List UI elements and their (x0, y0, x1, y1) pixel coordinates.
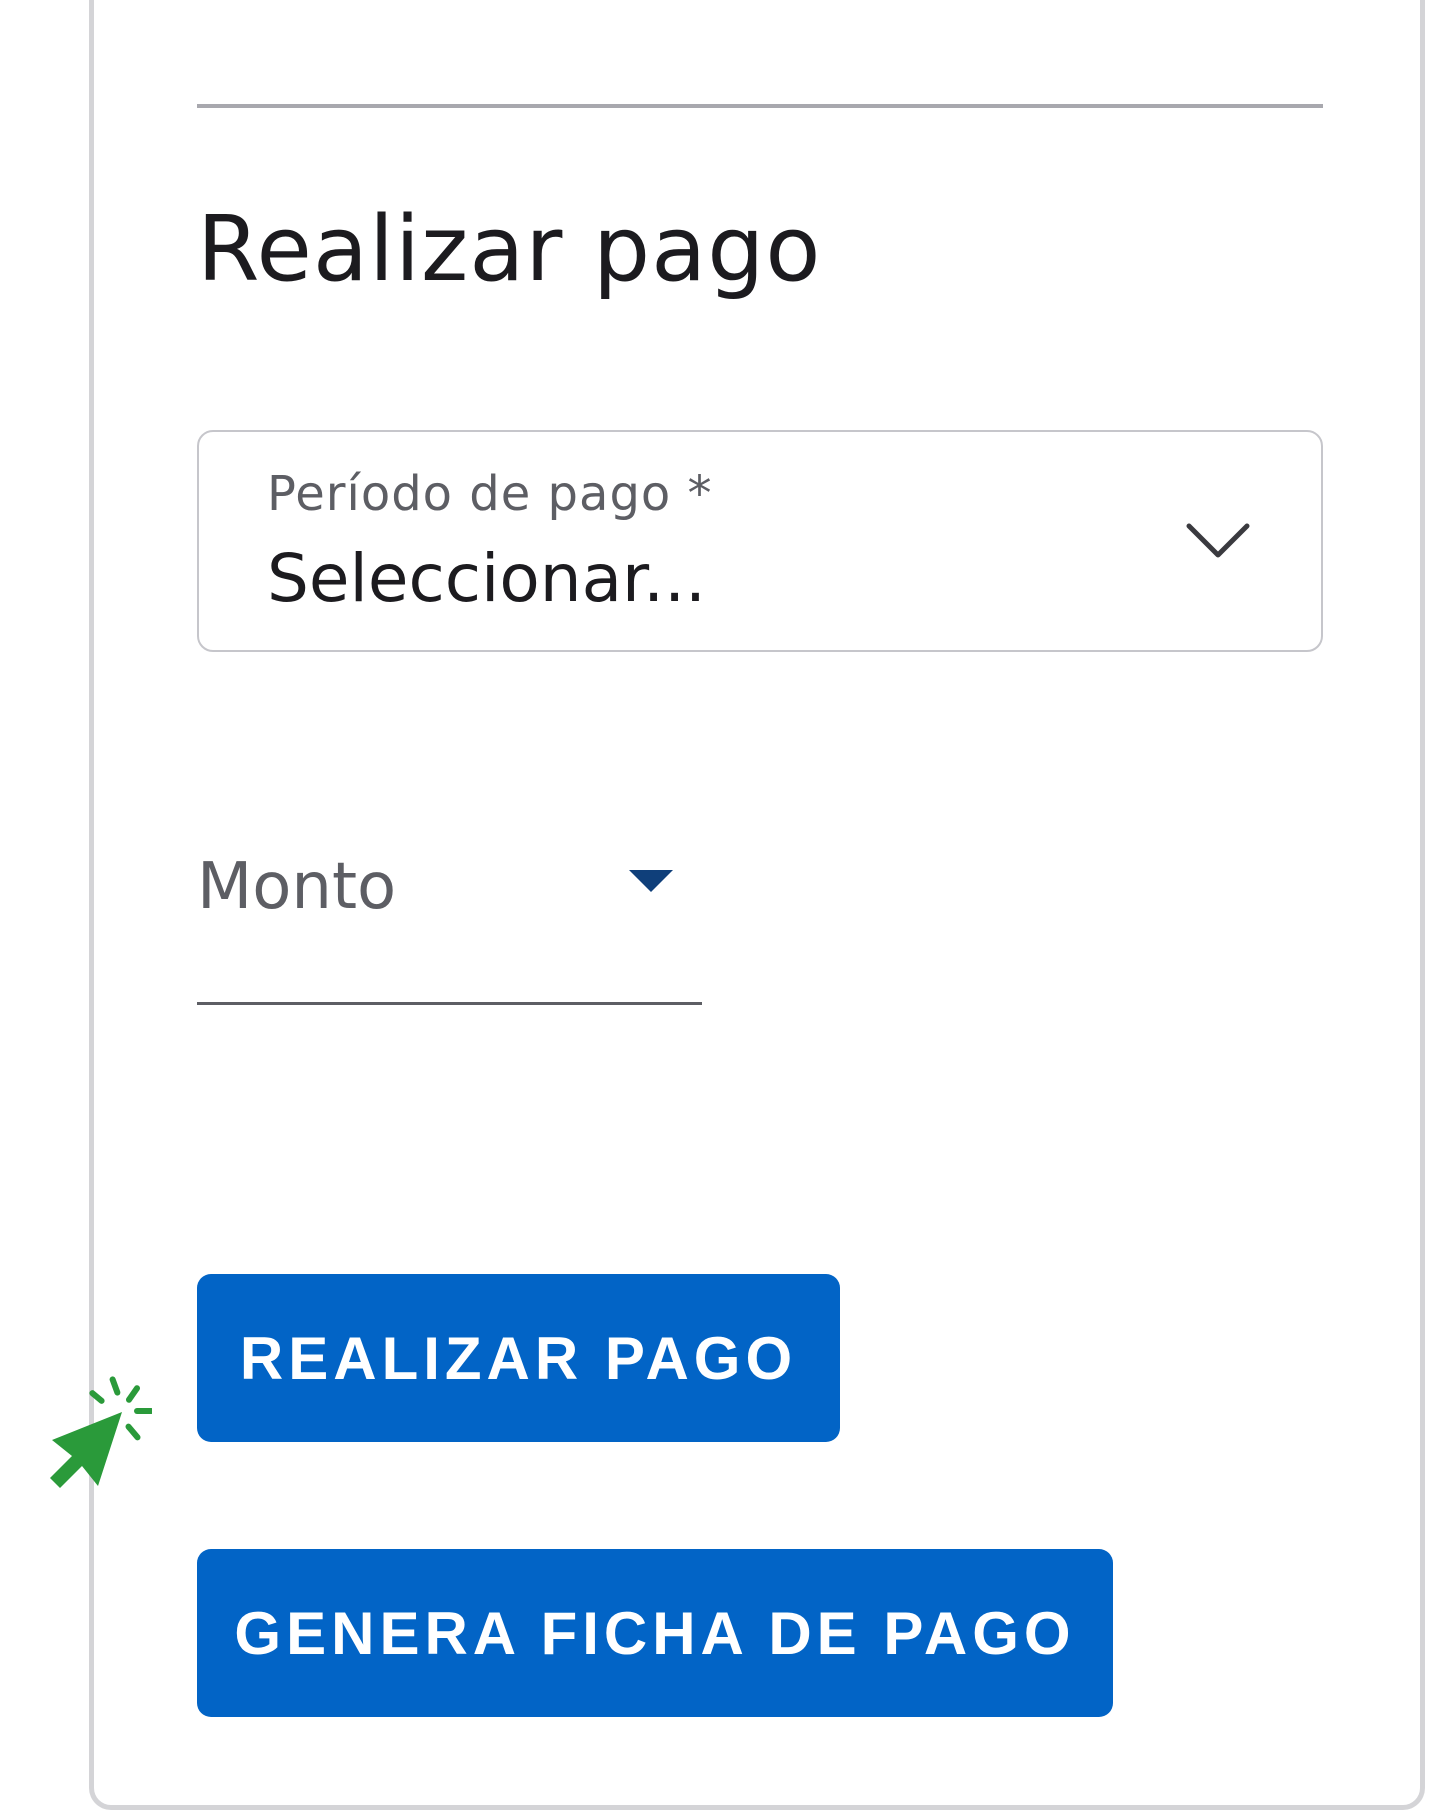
amount-select[interactable]: Monto (197, 830, 702, 1006)
generate-payment-slip-button[interactable]: GENERA FICHA DE PAGO (197, 1549, 1113, 1717)
payment-period-value: Seleccionar... (267, 540, 707, 617)
amount-label: Monto (197, 850, 397, 924)
payment-page: Realizar pago Período de pago * Seleccio… (0, 0, 1442, 1818)
section-title: Realizar pago (197, 197, 822, 302)
chevron-down-icon (1186, 523, 1250, 558)
amount-underline (197, 1002, 702, 1005)
section-divider (197, 104, 1323, 108)
click-pointer-icon (50, 1376, 152, 1488)
make-payment-button[interactable]: REALIZAR PAGO (197, 1274, 840, 1442)
payment-period-label: Período de pago * (267, 466, 713, 522)
payment-period-select[interactable]: Período de pago * Seleccionar... (197, 430, 1323, 652)
caret-down-icon (629, 870, 673, 892)
